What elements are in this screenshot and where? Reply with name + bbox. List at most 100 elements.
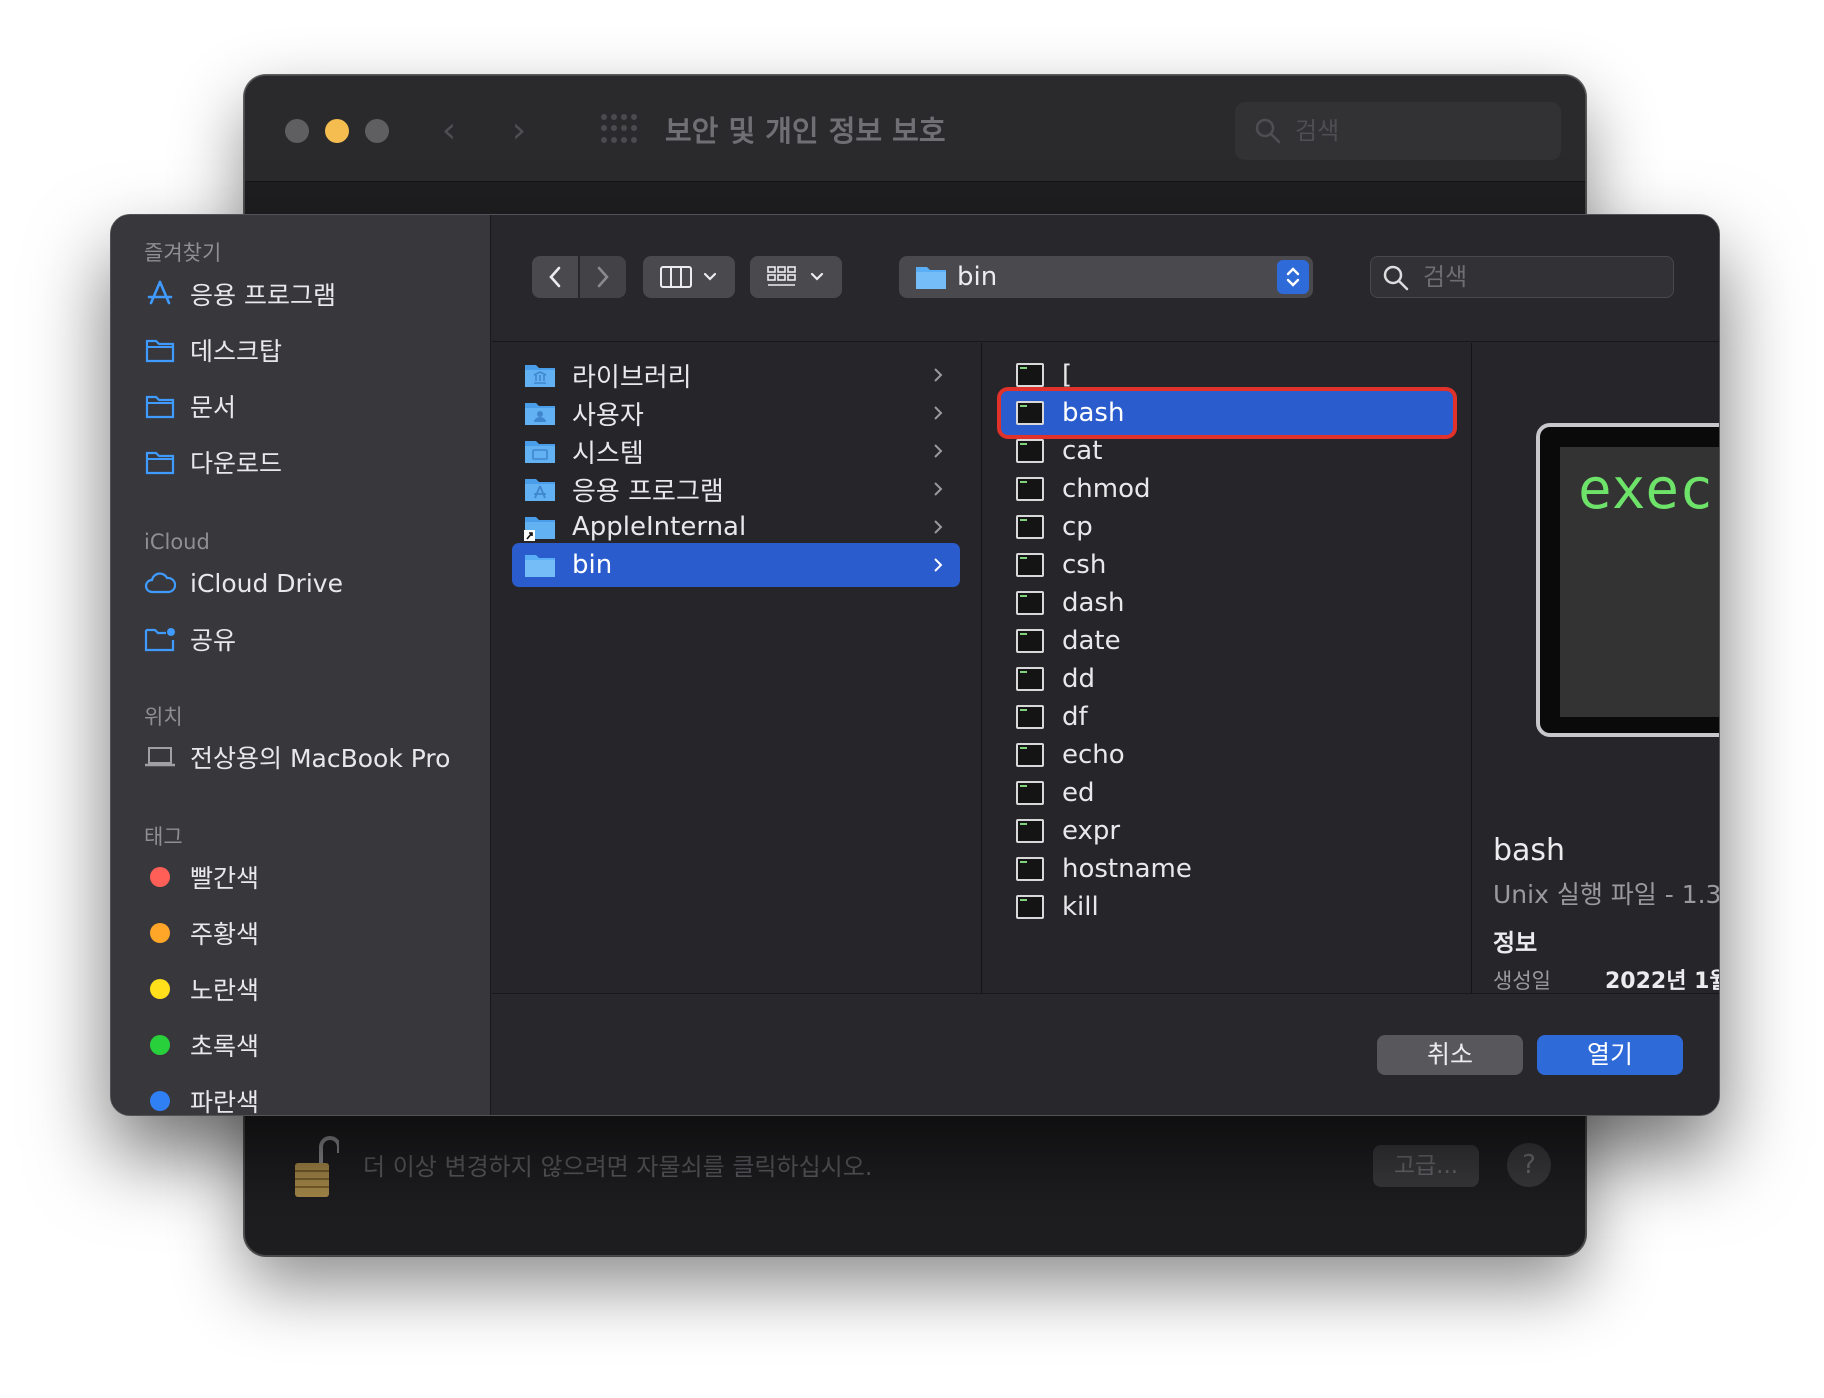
back-search-field[interactable]: 검색 <box>1235 102 1561 160</box>
unix-executable-icon <box>1016 477 1044 501</box>
alias-folder-icon <box>524 517 555 541</box>
sidebar-item-label: 데스크탑 <box>190 337 283 366</box>
zoom-window-button[interactable] <box>365 119 389 143</box>
list-item-bin[interactable]: bin <box>512 543 960 587</box>
advanced-button[interactable]: 고급... <box>1373 1145 1479 1187</box>
file-item-label: cp <box>1062 512 1093 542</box>
sidebar-item-icloud-drive[interactable]: iCloud Drive <box>144 559 474 607</box>
chevron-left-icon <box>549 266 561 288</box>
chevron-right-icon <box>934 520 943 534</box>
file-item-label: ed <box>1062 778 1095 808</box>
unix-executable-icon <box>1016 743 1044 767</box>
sidebar-item-tag-green[interactable]: 초록색 <box>144 1021 474 1069</box>
back-search-placeholder: 검색 <box>1295 117 1340 145</box>
list-item-label: bin <box>572 550 613 580</box>
search-icon <box>1383 265 1409 291</box>
unix-executable-icon <box>1016 515 1044 539</box>
column-browser: 라이브러리 사용자 시스템 응용 프로그램 AppleInternal bin … <box>492 343 1719 993</box>
tag-yellow-dot-icon <box>150 979 170 999</box>
minimize-window-button[interactable] <box>325 119 349 143</box>
unix-executable-icon <box>1016 705 1044 729</box>
dialog-toolbar: bin 검색 <box>492 215 1719 342</box>
sidebar-section-favorites: 즐겨찾기 <box>144 241 222 265</box>
unix-executable-icon <box>1016 781 1044 805</box>
sidebar-item-tag-red[interactable]: 빨간색 <box>144 853 474 901</box>
sidebar-item-shared[interactable]: 공유 <box>144 615 474 663</box>
file-item-label: expr <box>1062 816 1121 846</box>
sidebar-item-label: 문서 <box>190 393 237 422</box>
back-nav-back-icon[interactable]: ‹ <box>429 106 469 156</box>
preview-pane: exec bash Unix 실행 파일 - 1.3MB 정보 생성일 2022… <box>1473 343 1719 993</box>
sidebar-item-documents[interactable]: 문서 <box>144 382 474 430</box>
unix-executable-icon <box>1016 439 1044 463</box>
sidebar-item-tag-orange[interactable]: 주황색 <box>144 909 474 957</box>
group-by-button[interactable] <box>750 256 842 298</box>
file-item-label: echo <box>1062 740 1125 770</box>
close-window-button[interactable] <box>285 119 309 143</box>
path-popup-menu[interactable]: bin <box>899 256 1313 298</box>
sidebar-item-label: 파란색 <box>190 1088 260 1116</box>
sidebar-item-label: 다운로드 <box>190 449 283 478</box>
forward-button[interactable] <box>580 256 626 298</box>
sidebar-item-macbook[interactable]: 전상용의 MacBook Pro <box>144 733 474 781</box>
folder-icon <box>144 446 176 478</box>
help-button[interactable]: ? <box>1507 1143 1551 1187</box>
cancel-button[interactable]: 취소 <box>1377 1035 1523 1075</box>
sidebar-item-label: 공유 <box>190 626 237 655</box>
column-view-icon <box>660 266 717 288</box>
tag-red-dot-icon <box>150 867 170 887</box>
chevron-right-icon <box>597 266 609 288</box>
folder-icon <box>525 555 555 577</box>
file-item-label: dash <box>1062 588 1125 618</box>
sidebar-section-icloud: iCloud <box>144 530 210 554</box>
system-folder-icon <box>525 441 555 463</box>
list-item-label: 사용자 <box>572 400 644 431</box>
sidebar-item-label: 주황색 <box>190 920 260 949</box>
tag-blue-dot-icon <box>150 1091 170 1111</box>
unix-executable-icon <box>1016 895 1044 919</box>
browser-column-bin: [ bash cat chmod cp csh dash date dd df … <box>983 343 1472 993</box>
back-nav-forward-icon[interactable]: › <box>499 106 539 156</box>
file-item-label: dd <box>1062 664 1096 694</box>
sidebar-item-tag-blue[interactable]: 파란색 <box>144 1077 474 1116</box>
file-item-label: chmod <box>1062 474 1151 504</box>
sidebar-item-desktop[interactable]: 데스크탑 <box>144 326 474 374</box>
unlocked-padlock-icon[interactable] <box>291 1135 339 1199</box>
back-button[interactable] <box>532 256 578 298</box>
file-item-label: [ <box>1062 360 1073 390</box>
browser-column-root: 라이브러리 사용자 시스템 응용 프로그램 AppleInternal bin <box>492 343 982 993</box>
view-mode-button[interactable] <box>643 256 735 298</box>
preview-file-name: bash <box>1493 833 1566 868</box>
sidebar-item-downloads[interactable]: 다운로드 <box>144 438 474 486</box>
users-folder-icon <box>525 403 555 425</box>
file-item[interactable]: kill <box>1001 885 1453 929</box>
file-item-label: csh <box>1062 550 1107 580</box>
sidebar-item-label: iCloud Drive <box>190 568 343 598</box>
back-footer: 더 이상 변경하지 않으려면 자물쇠를 클릭하십시오. 고급... ? <box>245 1105 1585 1255</box>
file-item-label: df <box>1062 702 1088 732</box>
show-all-grid-icon[interactable] <box>601 114 637 144</box>
file-item-label: hostname <box>1062 854 1192 884</box>
unix-executable-icon <box>1016 591 1044 615</box>
search-icon <box>1255 118 1281 144</box>
sidebar-item-tag-yellow[interactable]: 노란색 <box>144 965 474 1013</box>
folder-icon <box>916 267 946 289</box>
chevron-right-icon <box>934 368 943 382</box>
unix-executable-icon <box>1016 629 1044 653</box>
dialog-search-field[interactable]: 검색 <box>1370 256 1674 298</box>
preview-info-title: 정보 <box>1493 929 1538 957</box>
sidebar-item-label: 초록색 <box>190 1032 260 1061</box>
open-button[interactable]: 열기 <box>1537 1035 1683 1075</box>
sidebar-item-label: 노란색 <box>190 976 260 1005</box>
preview-created-value: 2022년 1월 <box>1605 969 1719 993</box>
unix-executable-icon <box>1016 819 1044 843</box>
unix-executable-icon <box>1016 553 1044 577</box>
preview-created-label: 생성일 <box>1493 969 1551 993</box>
library-folder-icon <box>525 365 555 387</box>
list-item-label: 라이브러리 <box>572 362 692 393</box>
sidebar-item-label: 응용 프로그램 <box>190 281 336 310</box>
chevron-right-icon <box>934 558 943 572</box>
sidebar-item-applications[interactable]: 응용 프로그램 <box>144 270 474 318</box>
unix-executable-icon <box>1016 667 1044 691</box>
icon-grid-icon <box>767 266 824 286</box>
